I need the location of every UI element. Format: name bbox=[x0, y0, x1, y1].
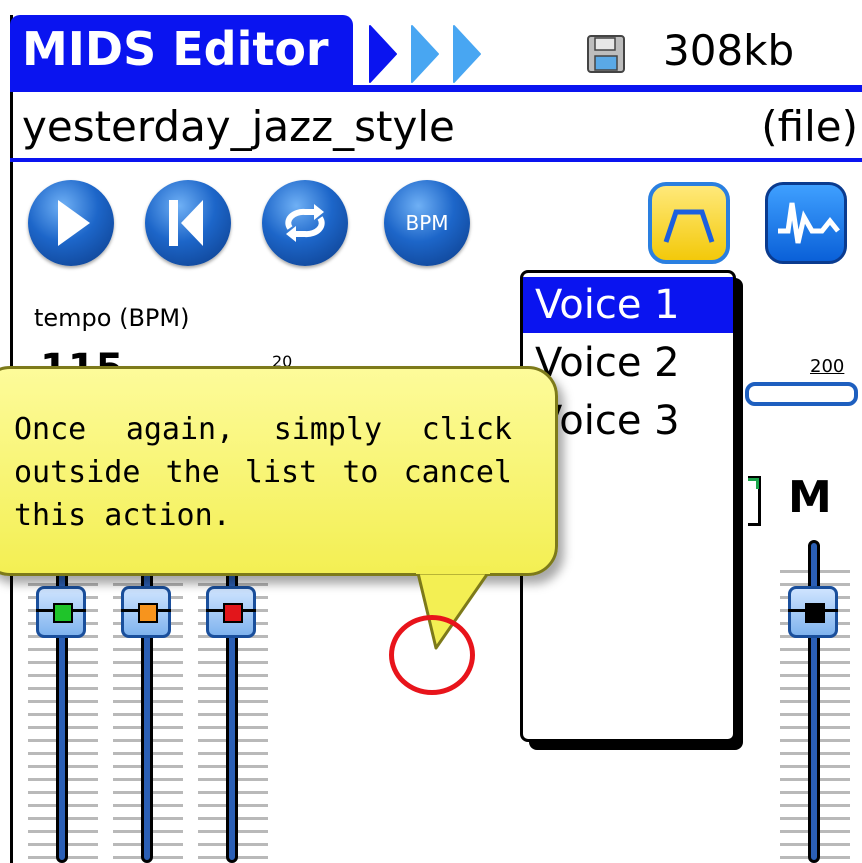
skip-back-icon bbox=[169, 200, 203, 246]
tooltip-text: Once again, simply click outside the lis… bbox=[14, 412, 512, 533]
envelope-button[interactable] bbox=[648, 182, 730, 264]
fader-channel-2[interactable] bbox=[113, 540, 183, 863]
waveform-button[interactable] bbox=[765, 182, 847, 264]
waveform-icon bbox=[778, 202, 840, 244]
channel-led-orange bbox=[138, 603, 158, 623]
fader-knob[interactable] bbox=[36, 586, 86, 638]
bpm-button[interactable]: BPM bbox=[384, 180, 470, 266]
play-button[interactable] bbox=[28, 180, 114, 266]
loop-icon bbox=[285, 204, 325, 242]
rewind-button[interactable] bbox=[145, 180, 231, 266]
channel-led-red bbox=[223, 603, 243, 623]
file-divider bbox=[10, 158, 862, 162]
tempo-slider[interactable] bbox=[745, 382, 858, 406]
file-name[interactable]: yesterday_jazz_style bbox=[22, 102, 455, 151]
tempo-max-tick: 200 bbox=[810, 356, 845, 377]
navigation-arrows-icon[interactable] bbox=[366, 24, 486, 84]
channel-bracket-accent bbox=[748, 478, 759, 489]
bpm-label: BPM bbox=[405, 211, 449, 235]
envelope-icon bbox=[663, 209, 715, 243]
play-icon bbox=[58, 200, 90, 246]
loop-button[interactable] bbox=[262, 180, 348, 266]
voice-list-item[interactable]: Voice 1 bbox=[523, 277, 733, 333]
tempo-label: tempo (BPM) bbox=[34, 304, 190, 332]
channel-led-green bbox=[53, 603, 73, 623]
channel-led-black bbox=[805, 603, 825, 623]
floppy-disk-icon[interactable] bbox=[586, 34, 626, 74]
memory-size: 308kb bbox=[663, 26, 795, 75]
fader-knob[interactable] bbox=[206, 586, 256, 638]
fader-master[interactable] bbox=[780, 540, 850, 863]
fader-knob[interactable] bbox=[788, 586, 838, 638]
title-divider bbox=[10, 85, 862, 92]
click-target-circle bbox=[389, 615, 475, 695]
fader-knob[interactable] bbox=[121, 586, 171, 638]
app-title: MIDS Editor bbox=[22, 22, 329, 76]
app-screen: MIDS Editor 308kb yesterday_jazz_style (… bbox=[0, 0, 862, 863]
master-label: M bbox=[788, 472, 832, 523]
fader-channel-3[interactable] bbox=[198, 540, 268, 863]
fader-channel-1[interactable] bbox=[28, 540, 98, 863]
file-type-tag: (file) bbox=[761, 102, 858, 151]
